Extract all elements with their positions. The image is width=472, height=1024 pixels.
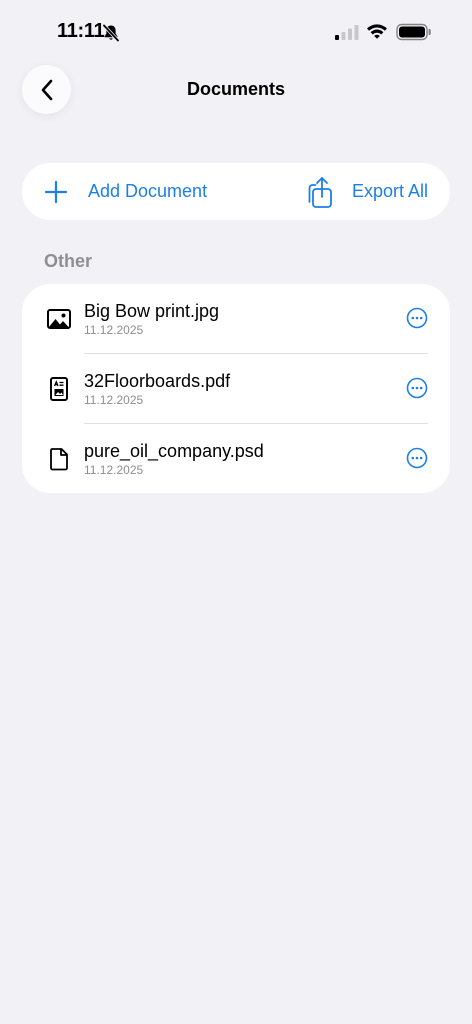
file-date: 11.12.2025 [84,463,144,477]
status-bar: 11:11 [0,0,472,64]
file-name: 32Floorboards.pdf [84,371,231,391]
wifi-icon [367,24,387,39]
plus-icon [44,180,68,203]
more-options-icon[interactable] [406,307,428,329]
documents-screen: 11:11 Documents Add Document Export All … [0,0,472,1024]
status-time: 11:11 [57,20,105,42]
page-title: Documents [186,79,285,99]
file-icon [50,448,68,471]
more-options-icon[interactable] [406,447,428,469]
add-document-label: Add Document [88,181,208,201]
export-all-label: Export All [351,181,428,201]
more-options-icon[interactable] [406,377,428,399]
share-icon [308,176,332,208]
export-all-button[interactable]: Export All [306,163,428,220]
file-row[interactable]: Big Bow print.jpg 11.12.2025 [22,284,450,354]
actions-card: Add Document Export All [22,163,450,220]
image-icon [47,309,71,329]
file-name: pure_oil_company.psd [84,441,264,461]
section-header: Other [44,251,93,271]
bell-slash-icon [102,24,120,42]
file-date: 11.12.2025 [84,393,144,407]
cellular-signal-icon [335,25,359,40]
file-row[interactable]: 32Floorboards.pdf 11.12.2025 [22,354,450,424]
pdf-document-icon [50,377,68,401]
file-list: Big Bow print.jpg 11.12.2025 32Floorboar… [22,284,450,493]
battery-icon [396,23,431,41]
file-date: 11.12.2025 [84,323,144,337]
file-row[interactable]: pure_oil_company.psd 11.12.2025 [22,424,450,494]
file-name: Big Bow print.jpg [84,301,220,321]
add-document-button[interactable]: Add Document [44,163,207,220]
